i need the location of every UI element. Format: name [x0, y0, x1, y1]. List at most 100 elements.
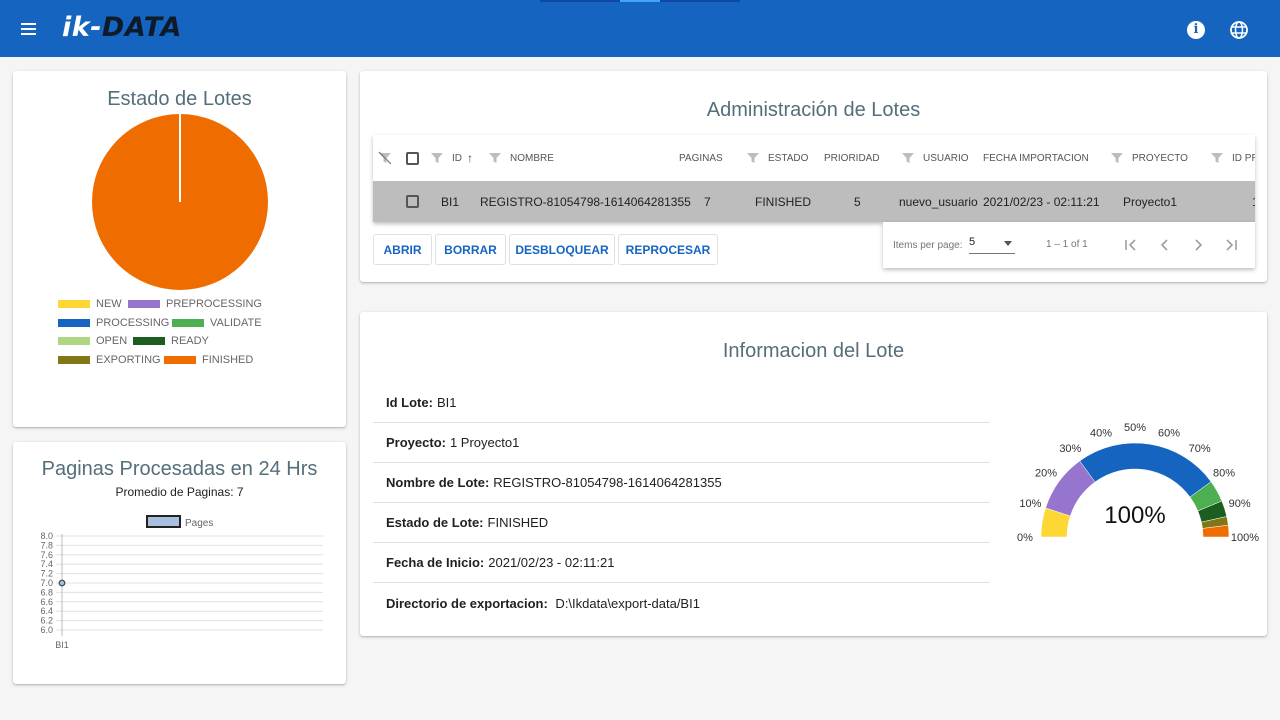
filter-icon[interactable] [430, 151, 444, 165]
info-value: BI1 [436, 395, 457, 410]
col-header-proyecto[interactable]: PROYECTO [1132, 153, 1188, 164]
items-per-page-select[interactable]: 5 [969, 236, 1015, 254]
range-label: 1 – 1 of 1 [1046, 239, 1088, 250]
legend-label: FINISHED [202, 353, 254, 366]
table-header: ID ↑ NOMBRE PAGINAS ESTADO PRIORIDAD USU… [373, 135, 1255, 181]
legend-label: EXPORTING [96, 353, 161, 366]
logo-text-left: ik- [62, 12, 102, 43]
col-header-id[interactable]: ID [452, 153, 462, 164]
col-header-estado[interactable]: ESTADO [768, 153, 808, 164]
cell-estado: FINISHED [755, 194, 812, 209]
info-lote-title: Informacion del Lote [722, 340, 905, 362]
lotes-table: ID ↑ NOMBRE PAGINAS ESTADO PRIORIDAD USU… [373, 135, 1255, 222]
info-value: 1 Proyecto1 [449, 435, 520, 450]
cell-usuario: nuevo_usuario [899, 194, 978, 209]
info-label: Fecha de Inicio: [386, 555, 485, 570]
legend-item-new[interactable]: NEW [58, 298, 122, 310]
top-app-bar: ik-DATA i [0, 0, 1280, 57]
borrar-button[interactable]: BORRAR [435, 234, 506, 265]
legend-label: NEW [96, 298, 122, 310]
gauge-tick-label: 0% [1017, 532, 1033, 544]
x-tick-label: BI1 [55, 640, 69, 650]
info-label: Proyecto: [386, 435, 446, 450]
legend-swatch-pages[interactable] [146, 515, 181, 528]
info-value: REGISTRO-81054798-1614064281355 [493, 475, 722, 490]
col-header-fecha[interactable]: FECHA IMPORTACION [983, 153, 1089, 164]
gauge-tick-label: 70% [1189, 443, 1211, 455]
cell-id: BI1 [441, 194, 460, 209]
gauge-tick-label: 20% [1035, 467, 1057, 479]
sort-arrow-up-icon[interactable]: ↑ [467, 151, 473, 165]
info-label: Directorio de exportacion: [386, 595, 548, 611]
desbloquear-button[interactable]: DESBLOQUEAR [509, 234, 615, 265]
row-checkbox[interactable] [406, 195, 419, 208]
col-header-prioridad[interactable]: PRIORIDAD [824, 153, 880, 164]
items-per-page-value: 5 [969, 236, 976, 248]
legend-swatch [58, 337, 90, 345]
paginas-line-chart[interactable]: Pages8.07.87.67.47.27.06.86.66.46.26.0BI… [20, 510, 340, 660]
gauge-tick-label: 10% [1019, 498, 1041, 510]
filter-icon[interactable] [1110, 151, 1124, 165]
filter-icon[interactable] [488, 151, 502, 165]
legend-swatch [164, 355, 196, 364]
cell-fecha: 2021/02/23 - 02:11:21 [983, 194, 1100, 209]
estado-lotes-title: Estado de Lotes [107, 88, 252, 110]
first-page-icon[interactable] [1123, 237, 1139, 253]
abrir-button[interactable]: ABRIR [373, 234, 432, 265]
filter-icon[interactable] [746, 151, 760, 165]
legend-label: PROCESSING [96, 316, 170, 329]
info-label: Id Lote: [386, 395, 433, 410]
menu-icon[interactable] [18, 18, 42, 40]
filter-clear-icon[interactable] [378, 135, 392, 181]
cell-idpr: 1 [1252, 181, 1255, 222]
dropdown-arrow-icon [1004, 241, 1012, 246]
legend-swatch [128, 300, 160, 308]
col-header-usuario[interactable]: USUARIO [923, 153, 969, 164]
reprocesar-button[interactable]: REPROCESAR [618, 234, 718, 265]
legend-item-processing[interactable]: PROCESSING [58, 317, 169, 329]
previous-page-icon[interactable] [1157, 237, 1173, 253]
col-header-idpr[interactable]: ID PR [1232, 153, 1255, 164]
loading-progress-bar [540, 0, 740, 2]
y-tick-label: 6.0 [40, 625, 53, 635]
globe-icon[interactable] [1229, 20, 1249, 40]
info-row-proyecto: Proyecto: 1 Proyecto1 [373, 423, 990, 463]
gauge-tick-label: 50% [1124, 422, 1146, 434]
legend-item-open[interactable]: OPEN [58, 335, 127, 347]
cell-nombre: REGISTRO-81054798-1614064281355 [480, 194, 691, 209]
info-row-id-lote: Id Lote: BI1 [373, 383, 990, 423]
table-row[interactable]: BI1 REGISTRO-81054798-1614064281355 7 FI… [373, 181, 1255, 222]
last-page-icon[interactable] [1223, 237, 1239, 253]
app-logo[interactable]: ik-DATA [62, 12, 182, 43]
filter-icon[interactable] [901, 151, 915, 165]
cell-proyecto: Proyecto1 [1123, 194, 1178, 209]
col-header-paginas[interactable]: PAGINAS [679, 153, 723, 164]
legend-item-ready[interactable]: READY [133, 335, 209, 347]
filter-icon[interactable] [1210, 151, 1224, 165]
legend-item-finished[interactable]: FINISHED [164, 354, 253, 366]
paginas-title: Paginas Procesadas en 24 Hrs [41, 458, 318, 480]
legend-item-exporting[interactable]: EXPORTING [58, 354, 161, 366]
data-point[interactable] [58, 579, 66, 587]
info-row-estado: Estado de Lote: FINISHED [373, 503, 990, 543]
gauge-tick-label: 100% [1231, 532, 1259, 544]
legend-swatch [58, 300, 90, 308]
legend-item-validate[interactable]: VALIDATE [172, 317, 262, 329]
legend-label: VALIDATE [210, 316, 262, 329]
info-value: D:\Ikdata\export-data/BI1 [551, 595, 700, 611]
gauge-tick-label: 90% [1229, 498, 1251, 510]
info-row-fecha-inicio: Fecha de Inicio: 2021/02/23 - 02:11:21 [373, 543, 990, 583]
select-all-checkbox[interactable] [406, 151, 419, 165]
legend-swatch [58, 355, 90, 364]
progress-gauge: 0% 10% 20%30% 40% 50% 60% 70%80% 90% 100% 100% [1017, 422, 1259, 544]
legend-label: PREPROCESSING [166, 298, 262, 310]
gauge-tick-label: 40% [1090, 427, 1112, 439]
info-icon[interactable]: i [1187, 21, 1205, 39]
next-page-icon[interactable] [1190, 237, 1206, 253]
estado-lotes-pie-chart[interactable] [91, 113, 269, 291]
cell-prioridad: 5 [854, 194, 861, 209]
info-label: Estado de Lote: [386, 515, 484, 530]
legend-item-preprocessing[interactable]: PREPROCESSING [128, 298, 262, 310]
col-header-nombre[interactable]: NOMBRE [510, 153, 554, 164]
gauge-tick-label: 30% [1059, 443, 1081, 455]
